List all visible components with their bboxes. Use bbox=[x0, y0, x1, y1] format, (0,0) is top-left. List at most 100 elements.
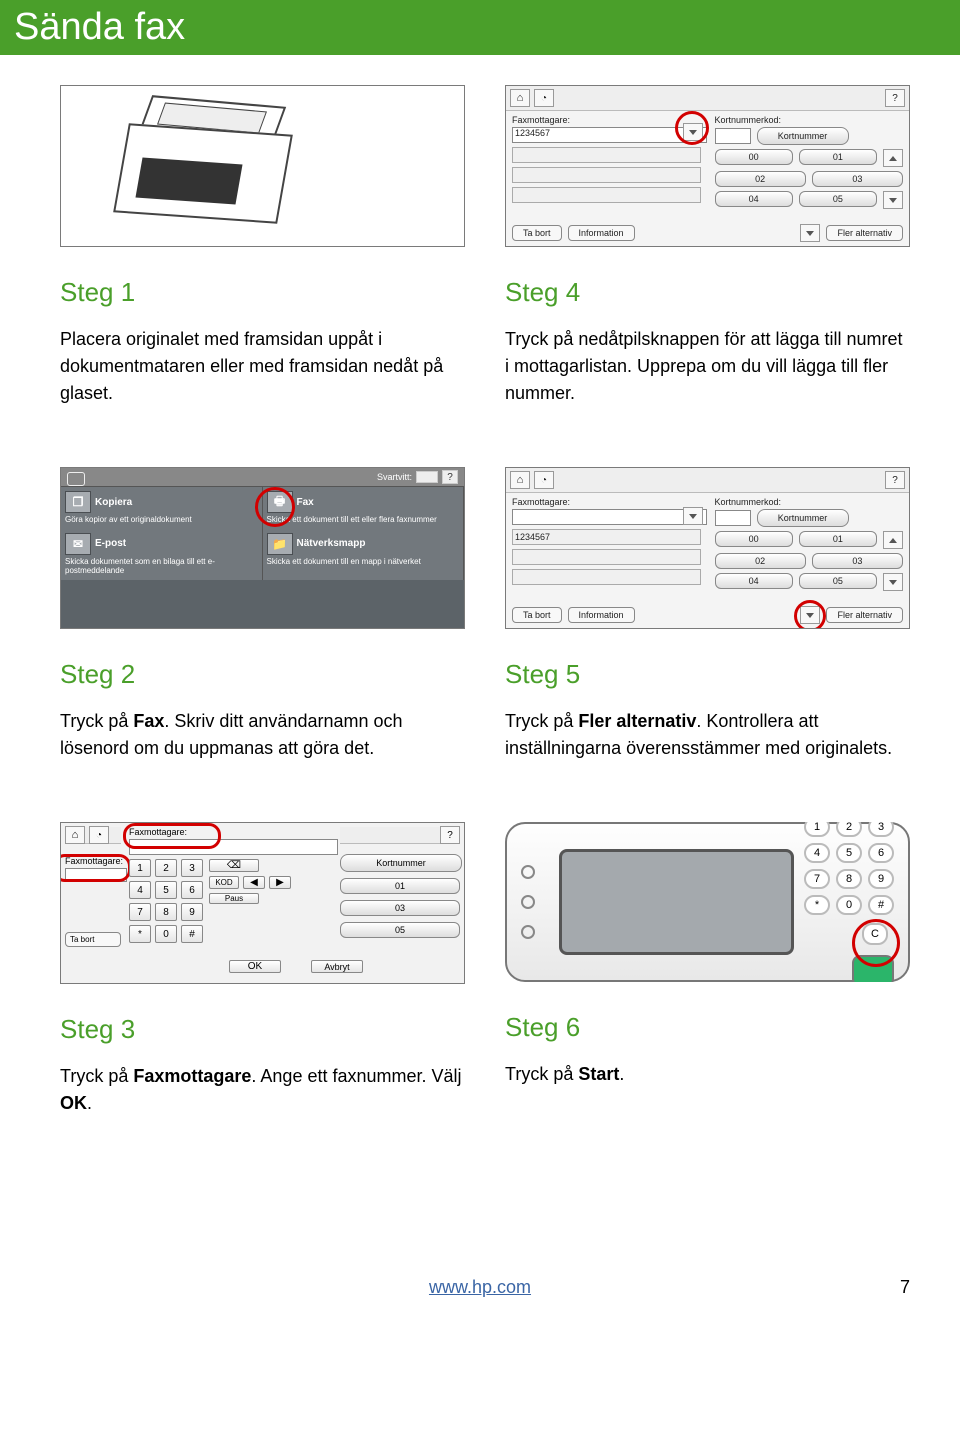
clock-icon[interactable]: ◔ bbox=[89, 826, 109, 844]
clock-icon[interactable]: ◔ bbox=[534, 89, 554, 107]
code-05[interactable]: 05 bbox=[340, 922, 460, 938]
code-05[interactable]: 05 bbox=[799, 573, 877, 589]
hardkey-hash[interactable]: # bbox=[868, 895, 894, 915]
step5-title: Steg 5 bbox=[505, 659, 910, 690]
code-00[interactable]: 00 bbox=[715, 149, 793, 165]
key-0[interactable]: 0 bbox=[155, 925, 177, 943]
fax-recipients-label: Faxmottagare: bbox=[512, 115, 701, 125]
step2-illustration: Svartvitt: ? ❐Kopiera Göra kopior av ett… bbox=[60, 467, 465, 629]
menu-card-copy[interactable]: ❐Kopiera Göra kopior av ett originaldoku… bbox=[61, 487, 263, 529]
step3-body: Tryck på Faxmottagare. Ange ett faxnumme… bbox=[60, 1063, 465, 1117]
speeddial-button[interactable]: Kortnummer bbox=[757, 127, 849, 145]
help-icon[interactable]: ? bbox=[885, 89, 905, 107]
step2-title: Steg 2 bbox=[60, 659, 465, 690]
cancel-button[interactable]: Avbryt bbox=[311, 960, 363, 973]
code-02[interactable]: 02 bbox=[715, 553, 806, 569]
information-button[interactable]: Information bbox=[568, 607, 635, 623]
right-arrow-button[interactable]: ▶ bbox=[269, 876, 291, 889]
code-01[interactable]: 01 bbox=[799, 149, 877, 165]
left-arrow-button[interactable]: ◀ bbox=[243, 876, 265, 889]
hardkey-5[interactable]: 5 bbox=[836, 843, 862, 863]
step6-illustration: 1 2 3 4 5 6 7 8 9 * 0 # bbox=[505, 822, 910, 982]
key-3[interactable]: 3 bbox=[181, 859, 203, 877]
hardkey-4[interactable]: 4 bbox=[804, 843, 830, 863]
footer-link[interactable]: www.hp.com bbox=[429, 1277, 531, 1298]
step3-title: Steg 3 bbox=[60, 1014, 465, 1045]
help-icon[interactable]: ? bbox=[440, 826, 460, 844]
hardkey-9[interactable]: 9 bbox=[868, 869, 894, 889]
remove-button[interactable]: Ta bort bbox=[512, 225, 562, 241]
home-icon[interactable]: ⌂ bbox=[510, 471, 530, 489]
code-03[interactable]: 03 bbox=[812, 553, 903, 569]
scroll-up-icon[interactable] bbox=[883, 531, 903, 549]
help-icon[interactable]: ? bbox=[885, 471, 905, 489]
backspace-button[interactable]: ⌫ bbox=[209, 859, 259, 872]
code-04[interactable]: 04 bbox=[715, 191, 793, 207]
information-button[interactable]: Information bbox=[568, 225, 635, 241]
hardkey-8[interactable]: 8 bbox=[836, 869, 862, 889]
menu-card-email[interactable]: ✉E-post Skicka dokumentet som en bilaga … bbox=[61, 529, 263, 580]
bw-toggle[interactable] bbox=[416, 471, 438, 483]
fax-number-field[interactable] bbox=[512, 509, 707, 525]
kod-button[interactable]: KOD bbox=[209, 876, 239, 889]
code-03[interactable]: 03 bbox=[812, 171, 903, 187]
speeddial-button[interactable]: Kortnummer bbox=[340, 854, 462, 872]
key-7[interactable]: 7 bbox=[129, 903, 151, 921]
key-2[interactable]: 2 bbox=[155, 859, 177, 877]
paus-button[interactable]: Paus bbox=[209, 893, 259, 904]
code-03[interactable]: 03 bbox=[340, 900, 460, 916]
help-icon[interactable]: ? bbox=[442, 470, 458, 484]
step4-title: Steg 4 bbox=[505, 277, 910, 308]
netfolder-subtitle: Skicka ett dokument till en mapp i nätve… bbox=[267, 557, 460, 567]
speeddial-code-field[interactable] bbox=[715, 128, 751, 144]
key-hash[interactable]: # bbox=[181, 925, 203, 943]
hardkey-1[interactable]: 1 bbox=[804, 822, 830, 837]
menu-card-network-folder[interactable]: 📁Nätverksmapp Skicka ett dokument till e… bbox=[263, 529, 465, 580]
speeddial-label: Kortnummerkod: bbox=[715, 497, 904, 507]
hardkey-3[interactable]: 3 bbox=[868, 822, 894, 837]
scroll-down-icon[interactable] bbox=[883, 191, 903, 209]
code-04[interactable]: 04 bbox=[715, 573, 793, 589]
hardkey-star[interactable]: * bbox=[804, 895, 830, 915]
key-6[interactable]: 6 bbox=[181, 881, 203, 899]
more-options-button[interactable]: Fler alternativ bbox=[826, 607, 903, 623]
bw-label: Svartvitt: bbox=[377, 472, 412, 482]
scroll-down-icon[interactable] bbox=[883, 573, 903, 591]
ok-button[interactable]: OK bbox=[229, 960, 281, 973]
recipient-item[interactable]: 1234567 bbox=[512, 529, 701, 545]
status-led-icon bbox=[521, 865, 535, 879]
remove-button[interactable]: Ta bort bbox=[65, 932, 121, 947]
hardkey-2[interactable]: 2 bbox=[836, 822, 862, 837]
code-02[interactable]: 02 bbox=[715, 171, 806, 187]
key-1[interactable]: 1 bbox=[129, 859, 151, 877]
home-icon[interactable]: ⌂ bbox=[510, 89, 530, 107]
menu-card-fax[interactable]: 🖶Fax Skicka ett dokument till ett eller … bbox=[263, 487, 465, 529]
home-icon[interactable]: ⌂ bbox=[65, 826, 85, 844]
code-01[interactable]: 01 bbox=[340, 878, 460, 894]
copy-subtitle: Göra kopior av ett originaldokument bbox=[65, 515, 258, 525]
device-touchscreen[interactable] bbox=[559, 849, 794, 955]
fax-subtitle: Skicka ett dokument till ett eller flera… bbox=[267, 515, 460, 525]
code-00[interactable]: 00 bbox=[715, 531, 793, 547]
remove-button[interactable]: Ta bort bbox=[512, 607, 562, 623]
hardkey-6[interactable]: 6 bbox=[868, 843, 894, 863]
step6-title: Steg 6 bbox=[505, 1012, 910, 1043]
speeddial-code-field[interactable] bbox=[715, 510, 751, 526]
code-05[interactable]: 05 bbox=[799, 191, 877, 207]
speeddial-button[interactable]: Kortnummer bbox=[757, 509, 849, 527]
key-9[interactable]: 9 bbox=[181, 903, 203, 921]
more-toggle-icon[interactable] bbox=[800, 224, 820, 242]
down-arrow-button[interactable] bbox=[683, 507, 703, 525]
code-01[interactable]: 01 bbox=[799, 531, 877, 547]
speeddial-label: Kortnummerkod: bbox=[715, 115, 904, 125]
key-5[interactable]: 5 bbox=[155, 881, 177, 899]
clock-icon[interactable]: ◔ bbox=[534, 471, 554, 489]
hardkey-0[interactable]: 0 bbox=[836, 895, 862, 915]
envelope-icon: ✉ bbox=[65, 533, 91, 555]
key-4[interactable]: 4 bbox=[129, 881, 151, 899]
key-star[interactable]: * bbox=[129, 925, 151, 943]
hardkey-7[interactable]: 7 bbox=[804, 869, 830, 889]
scroll-up-icon[interactable] bbox=[883, 149, 903, 167]
key-8[interactable]: 8 bbox=[155, 903, 177, 921]
more-options-button[interactable]: Fler alternativ bbox=[826, 225, 903, 241]
